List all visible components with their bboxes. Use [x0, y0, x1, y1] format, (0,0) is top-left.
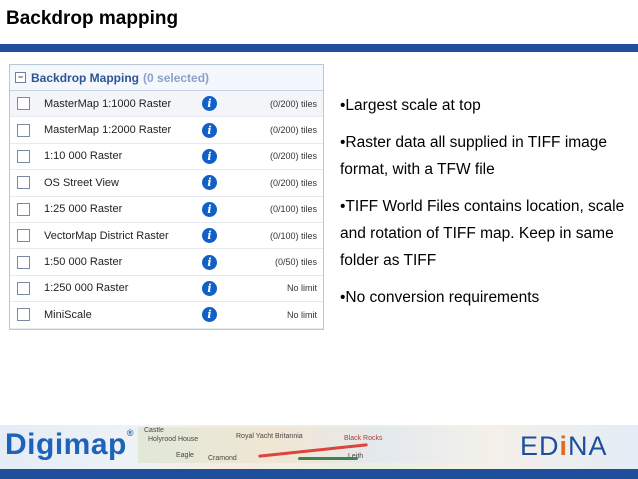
layer-checkbox[interactable] [17, 97, 30, 111]
digimap-logo: Digimap® [5, 428, 134, 462]
layer-tile-count: (0/200) tiles [269, 125, 317, 136]
info-icon[interactable]: i [202, 175, 217, 191]
map-label: Holyrood House [148, 436, 199, 443]
info-icon[interactable]: i [202, 122, 217, 138]
edina-i: i [559, 431, 569, 461]
layer-row[interactable]: 1:10 000 Raster i (0/200) tiles [10, 144, 323, 171]
layer-row[interactable]: OS Street View i (0/200) tiles [10, 170, 323, 197]
edina-part: NA [568, 431, 608, 461]
registered-mark: ® [126, 428, 134, 438]
selected-count: (0 selected) [143, 70, 210, 85]
bullet-item: •Largest scale at top [340, 97, 481, 114]
edina-logo: EDiNA [520, 431, 608, 462]
panel-header[interactable]: − Backdrop Mapping (0 selected) [10, 65, 323, 91]
layer-tile-count: No limit [286, 309, 317, 320]
layer-row[interactable]: MiniScale i No limit [10, 302, 323, 329]
layer-checkbox[interactable] [17, 176, 30, 190]
bottom-bar [0, 469, 638, 479]
digimap-brand: Digimap [5, 428, 127, 461]
layer-row[interactable]: MasterMap 1:1000 Raster i (0/200) tiles [10, 91, 323, 118]
layer-row[interactable]: 1:25 000 Raster i (0/100) tiles [10, 197, 323, 223]
layer-name: 1:25 000 Raster [44, 203, 123, 216]
layer-tile-count: (0/200) tiles [269, 151, 317, 162]
layer-tile-count: No limit [286, 283, 317, 294]
bullet-item: •TIFF World Files contains location, sca… [340, 198, 625, 269]
bullet-list: •Largest scale at top •Raster data all s… [340, 92, 625, 321]
layer-tile-count: (0/200) tiles [269, 98, 317, 109]
layer-name: 1:10 000 Raster [44, 150, 123, 163]
info-icon[interactable]: i [202, 307, 217, 323]
slide-title: Backdrop mapping [6, 8, 179, 29]
layer-checkbox[interactable] [17, 308, 30, 322]
edina-part: ED [520, 431, 560, 461]
layer-checkbox[interactable] [17, 255, 30, 269]
layer-tile-count: (0/50) tiles [274, 257, 317, 268]
backdrop-mapping-panel: − Backdrop Mapping (0 selected) MasterMa… [9, 64, 324, 330]
map-label: Royal Yacht Britannia [236, 433, 303, 440]
layer-name: OS Street View [44, 176, 119, 189]
map-strip-image: Castle Holyrood House Royal Yacht Britan… [138, 427, 488, 463]
layer-name: MasterMap 1:2000 Raster [44, 124, 172, 137]
layer-list: MasterMap 1:1000 Raster i (0/200) tiles Mas… [10, 91, 323, 329]
bullet-item: •No conversion requirements [340, 289, 540, 306]
collapse-icon[interactable]: − [15, 72, 26, 83]
map-label: Black Rocks [344, 435, 383, 442]
info-icon[interactable]: i [202, 96, 217, 112]
bullet-item: •Raster data all supplied in TIFF image … [340, 134, 608, 178]
layer-checkbox[interactable] [17, 149, 30, 163]
layer-tile-count: (0/100) tiles [269, 204, 317, 215]
info-icon[interactable]: i [202, 280, 217, 296]
layer-checkbox[interactable] [17, 281, 30, 295]
layer-row[interactable]: 1:50 000 Raster i (0/50) tiles [10, 249, 323, 276]
map-road [298, 457, 358, 460]
map-label: Castle [144, 427, 164, 434]
layer-row[interactable]: 1:250 000 Raster i No limit [10, 276, 323, 303]
layer-row[interactable]: MasterMap 1:2000 Raster i (0/200) tiles [10, 117, 323, 144]
layer-checkbox[interactable] [17, 229, 30, 243]
layer-name: MiniScale [44, 308, 92, 321]
layer-name: 1:50 000 Raster [44, 256, 123, 269]
layer-checkbox[interactable] [17, 123, 30, 137]
map-label: Cramond [208, 455, 237, 462]
map-label: Eagle [176, 452, 194, 459]
info-icon[interactable]: i [202, 148, 217, 164]
layer-name: MasterMap 1:1000 Raster [44, 97, 172, 110]
layer-tile-count: (0/100) tiles [269, 230, 317, 241]
layer-name: 1:250 000 Raster [44, 282, 129, 295]
panel-header-title: Backdrop Mapping [31, 70, 140, 85]
layer-checkbox[interactable] [17, 202, 30, 216]
info-icon[interactable]: i [202, 201, 217, 217]
title-underline-bar [0, 44, 638, 52]
info-icon[interactable]: i [202, 254, 217, 270]
info-icon[interactable]: i [202, 228, 217, 244]
layer-name: VectorMap District Raster [44, 229, 169, 242]
layer-row[interactable]: VectorMap District Raster i (0/100) tiles [10, 223, 323, 250]
layer-tile-count: (0/200) tiles [269, 177, 317, 188]
